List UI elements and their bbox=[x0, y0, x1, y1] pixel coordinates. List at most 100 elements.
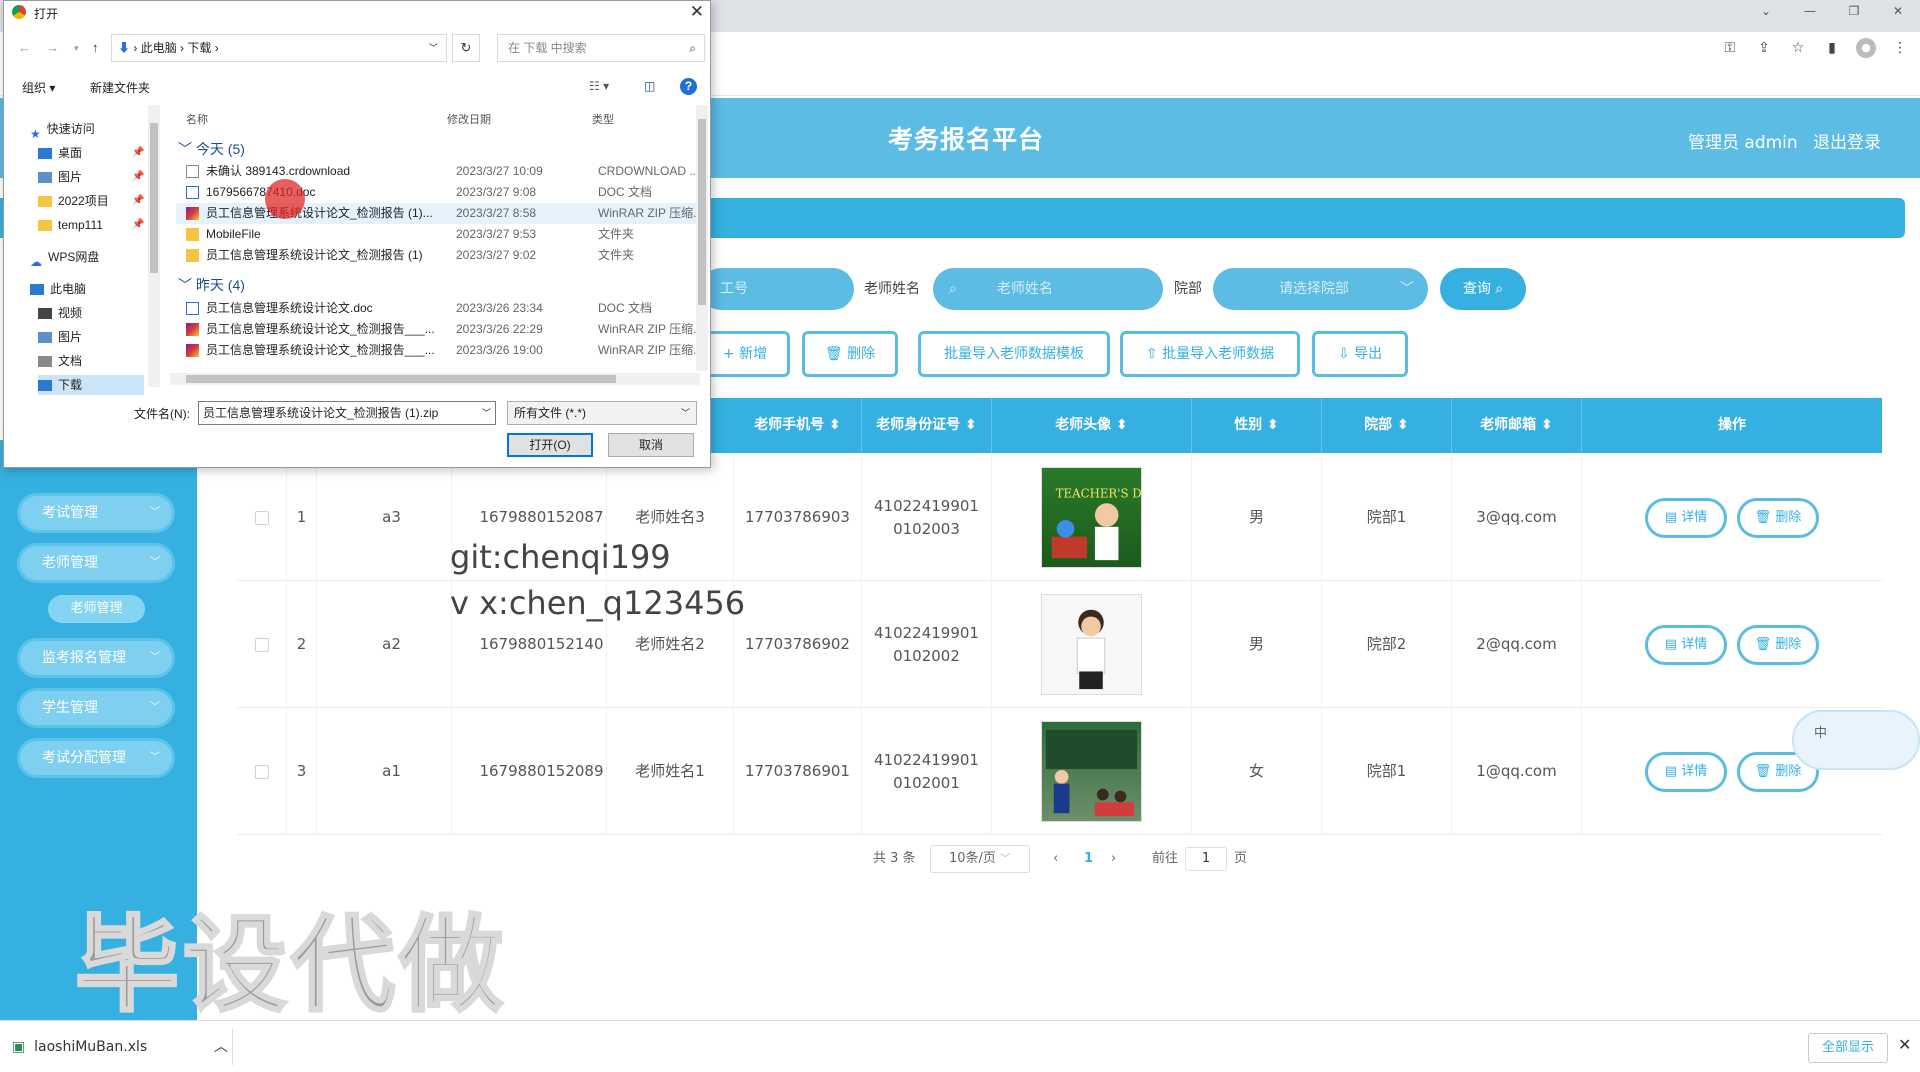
query-button[interactable]: 查询 ⌕ bbox=[1440, 268, 1526, 310]
cancel-button[interactable]: 取消 bbox=[608, 433, 694, 457]
name-search-input[interactable]: ⌕ 老师姓名 bbox=[933, 268, 1163, 310]
filename-label: 文件名(N): bbox=[134, 407, 190, 421]
star-icon[interactable]: ☆ bbox=[1788, 38, 1808, 58]
nav-documents[interactable]: 文档 bbox=[38, 351, 82, 371]
col-email[interactable]: 老师邮箱 ⬍ bbox=[1452, 398, 1582, 453]
row-checkbox[interactable] bbox=[237, 708, 287, 835]
key-icon[interactable]: ⚿ bbox=[1720, 38, 1740, 58]
nav-wps[interactable]: ☁ WPS网盘 bbox=[30, 247, 99, 269]
open-button[interactable]: 打开(O) bbox=[507, 433, 593, 457]
breadcrumb[interactable]: ⬇ › 此电脑 › 下载 › ﹀ bbox=[111, 34, 447, 62]
close-window-icon[interactable]: ✕ bbox=[1876, 0, 1920, 24]
breadcrumb-pc[interactable]: 此电脑 bbox=[141, 41, 177, 55]
add-button[interactable]: + 新增 bbox=[700, 331, 790, 377]
sidebar-icon[interactable]: ▮ bbox=[1822, 38, 1842, 58]
col-date[interactable]: 修改日期 bbox=[447, 111, 491, 127]
file-item[interactable]: 员工信息管理系统设计论文.doc 2023/3/26 23:34 DOC 文档 bbox=[176, 298, 698, 319]
submenu-item-teacher[interactable]: 老师管理 bbox=[48, 595, 145, 623]
nav-pc-pictures[interactable]: 图片 bbox=[38, 327, 82, 347]
file-item[interactable]: 未确认 389143.crdownload 2023/3/27 10:09 CRDO… bbox=[176, 161, 699, 182]
view-options-icon[interactable]: ☷ ▾ bbox=[589, 79, 609, 93]
organize-menu[interactable]: 组织 ▾ bbox=[22, 79, 55, 96]
tab-search-icon[interactable]: ⌄ bbox=[1744, 0, 1788, 24]
col-name[interactable]: 名称 bbox=[186, 111, 208, 127]
row-delete-button[interactable]: 🗑 删除 bbox=[1737, 624, 1819, 665]
row-checkbox[interactable] bbox=[237, 581, 287, 708]
minimize-icon[interactable]: — bbox=[1788, 0, 1832, 24]
sidebar-item-teacher[interactable]: 老师管理 ﹀ bbox=[17, 543, 175, 583]
sidebar-item-exam[interactable]: 考试管理 ﹀ bbox=[17, 493, 175, 533]
share-icon[interactable]: ⇪ bbox=[1754, 38, 1774, 58]
file-item-selected[interactable]: 员工信息管理系统设计论文_检测报告 (1)... 2023/3/27 8:58 Wi… bbox=[176, 203, 700, 224]
chevron-down-icon[interactable]: ﹀ bbox=[482, 402, 491, 424]
recent-dropdown-icon[interactable]: ▾ bbox=[74, 35, 79, 61]
close-icon[interactable]: ✕ bbox=[1898, 1035, 1911, 1054]
template-button[interactable]: 批量导入老师数据模板 bbox=[918, 331, 1110, 377]
forward-icon[interactable]: → bbox=[46, 35, 59, 61]
preview-pane-icon[interactable]: ◫ bbox=[644, 79, 655, 93]
group-today[interactable]: ﹀ 今天 (5) bbox=[178, 139, 245, 159]
file-item[interactable]: 员工信息管理系统设计论文_检测报告 (1) 2023/3/27 9:02 文件夹 bbox=[176, 245, 698, 266]
detail-button[interactable]: ▤ 详情 bbox=[1645, 751, 1727, 792]
ime-widget[interactable]: 中 bbox=[1792, 710, 1920, 770]
detail-button[interactable]: ▤ 详情 bbox=[1645, 624, 1727, 665]
refresh-icon[interactable]: ↻ bbox=[452, 34, 480, 62]
restore-icon[interactable]: ❐ bbox=[1832, 0, 1876, 24]
nav-project[interactable]: 2022项目 bbox=[38, 191, 109, 211]
profile-icon[interactable]: ● bbox=[1856, 38, 1876, 58]
detail-button[interactable]: ▤ 详情 bbox=[1645, 497, 1727, 538]
page-jump-input[interactable]: 1 bbox=[1185, 847, 1227, 871]
chevron-down-icon[interactable]: ﹀ bbox=[429, 35, 438, 61]
chevron-up-icon[interactable]: ︿ bbox=[214, 1039, 228, 1055]
file-item[interactable]: 员工信息管理系统设计论文_检测报告___... 2023/3/26 22:29 Wi… bbox=[176, 319, 700, 340]
show-all-button[interactable]: 全部显示 bbox=[1808, 1033, 1888, 1063]
file-item[interactable]: 1679566787410.doc 2023/3/27 9:08 DOC 文档 bbox=[176, 182, 698, 203]
sidebar-item-assign[interactable]: 考试分配管理 ﹀ bbox=[17, 738, 175, 778]
id-search-input[interactable]: 工号 bbox=[700, 268, 854, 310]
filetype-select[interactable]: 所有文件 (*.*) ﹀ bbox=[507, 401, 697, 425]
col-avatar[interactable]: 老师头像 ⬍ bbox=[992, 398, 1192, 453]
nav-downloads[interactable]: 下载 bbox=[38, 375, 144, 395]
export-button[interactable]: ⇩ 导出 bbox=[1312, 331, 1408, 377]
page-size-select[interactable]: 10条/页 ﹀ bbox=[930, 845, 1030, 873]
sidebar-item-student[interactable]: 学生管理 ﹀ bbox=[17, 688, 175, 728]
import-button[interactable]: ⇧ 批量导入老师数据 bbox=[1120, 331, 1300, 377]
nav-scrollbar[interactable] bbox=[148, 105, 160, 387]
col-mobile[interactable]: 老师手机号 ⬍ bbox=[734, 398, 862, 453]
back-icon[interactable]: ← bbox=[18, 35, 31, 61]
delete-button[interactable]: 🗑 删除 bbox=[802, 331, 898, 377]
nav-videos[interactable]: 视频 bbox=[38, 303, 82, 323]
nav-pictures[interactable]: 图片 bbox=[38, 167, 82, 187]
col-dept[interactable]: 院部 ⬍ bbox=[1322, 398, 1452, 453]
dept-select[interactable]: 请选择院部 ﹀ bbox=[1213, 268, 1428, 310]
sidebar-item-invigilate[interactable]: 监考报名管理 ﹀ bbox=[17, 638, 175, 678]
name-label: 老师姓名 bbox=[864, 281, 920, 297]
breadcrumb-downloads[interactable]: 下载 bbox=[187, 41, 211, 55]
group-yesterday[interactable]: ﹀ 昨天 (4) bbox=[178, 275, 245, 295]
file-item[interactable]: MobileFile 2023/3/27 9:53 文件夹 bbox=[176, 224, 698, 245]
next-page-icon[interactable]: › bbox=[1111, 845, 1116, 873]
menu-icon[interactable]: ⋮ bbox=[1890, 38, 1910, 58]
list-scrollbar[interactable] bbox=[696, 105, 708, 371]
up-icon[interactable]: ↑ bbox=[92, 35, 99, 61]
file-item[interactable]: 员工信息管理系统设计论文_检测报告___... 2023/3/26 19:00 Wi… bbox=[176, 340, 700, 361]
nav-quick-access[interactable]: ★ 快速访问 bbox=[30, 119, 95, 141]
help-icon[interactable]: ? bbox=[680, 78, 697, 95]
logout-link[interactable]: 退出登录 bbox=[1813, 128, 1881, 153]
row-delete-button[interactable]: 🗑 删除 bbox=[1737, 497, 1819, 538]
close-icon[interactable]: ✕ bbox=[690, 2, 704, 22]
row-checkbox[interactable] bbox=[237, 454, 287, 581]
page-number[interactable]: 1 bbox=[1084, 845, 1093, 873]
nav-desktop[interactable]: 桌面 bbox=[38, 143, 82, 163]
nav-temp[interactable]: temp111 bbox=[38, 215, 103, 235]
prev-page-icon[interactable]: ‹ bbox=[1053, 845, 1058, 873]
download-item[interactable]: ▣ laoshiMuBan.xls ︿ bbox=[12, 1033, 228, 1061]
filename-input[interactable]: 员工信息管理系统设计论文_检测报告 (1).zip ﹀ bbox=[198, 401, 496, 425]
list-hscrollbar[interactable] bbox=[170, 373, 700, 385]
col-gender[interactable]: 性别 ⬍ bbox=[1192, 398, 1322, 453]
new-folder-button[interactable]: 新建文件夹 bbox=[90, 79, 150, 96]
col-idcard[interactable]: 老师身份证号 ⬍ bbox=[862, 398, 992, 453]
col-type[interactable]: 类型 bbox=[592, 111, 614, 127]
dialog-search-input[interactable]: 在 下载 中搜索 ⌕ bbox=[497, 34, 705, 62]
nav-this-pc[interactable]: 此电脑 bbox=[30, 279, 86, 299]
